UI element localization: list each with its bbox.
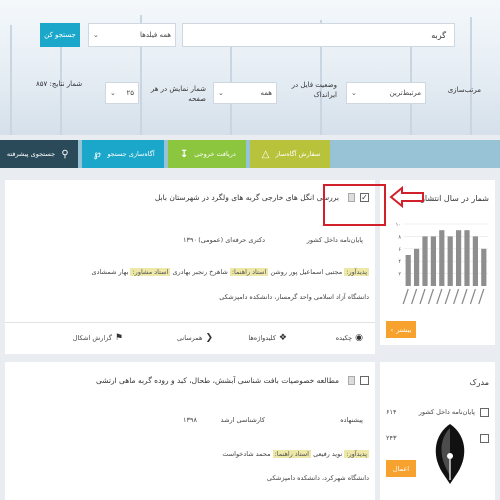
tree-decoration [10,25,12,135]
chart-bar [405,255,411,286]
chevron-down-icon: ⌄ [351,89,357,97]
chart-x-tick [444,288,451,305]
cite-action[interactable]: همرسانی ❯ [177,333,213,343]
chart-y-tick: ۲ [398,272,401,278]
keywords-action[interactable]: کلیدواژه‌ها ❖ [248,333,287,343]
result-card: مطالعه خصوصیات بافت شناسی آبشش، طحال، کب… [5,362,375,500]
document-icon [348,376,355,385]
chart-x-tick [461,288,468,305]
eye-icon: ◉ [355,333,363,343]
chart-bar [455,230,462,286]
filter-checkbox[interactable] [480,408,489,417]
result-people: پدیدآور:مجتبی اسماعیل پور روشن استاد راه… [91,268,369,276]
result-degree: کارشناسی ارشد [220,416,265,424]
chevron-left-icon: ‹ [390,325,394,334]
chart-bar [447,236,453,286]
year-chart: ۱۰ ۸ ۶ ۴ ۲ [396,222,488,305]
rss-icon: ℘ [93,148,101,160]
chart-bar [464,230,470,286]
search-input[interactable] [182,23,455,47]
chevron-down-icon: ⌄ [110,89,116,97]
result-university: دانشگاه شهرکرد، دانشکده دامپزشکی [266,474,369,482]
result-title[interactable]: بررسی انگل های خارجی گربه های ولگرد در ش… [155,193,339,202]
abstract-action[interactable]: چکیده ◉ [336,333,363,343]
results-count: شمار نتایج: ۸۵۷ [36,80,83,88]
search-alert-button[interactable]: ℘ آگاه‌سازی جستجو [82,140,164,168]
search-panel: جستجو کن ⌄ همه فیلدها مرتب‌سازی ⌄ مرتبط‌… [0,0,500,135]
flag-icon: ⚑ [114,333,123,343]
report-action[interactable]: گزارش اشکال ⚑ [73,333,123,343]
sort-select[interactable]: ⌄ مرتبط‌ترین [346,82,426,104]
chart-y-tick: ۴ [398,259,401,265]
share-icon: ❯ [205,333,213,343]
chart-x-tick [478,288,485,305]
result-card: ✓ بررسی انگل های خارجی گربه های ولگرد در… [5,180,375,354]
results-toolbar: جستجوی پیشرفته ⚲ ℘ آگاه‌سازی جستجو ↧ دری… [0,140,500,168]
chart-x-tick [427,288,434,305]
chart-bar [481,248,487,286]
chart-y-tick: ۸ [398,234,401,240]
chart-x-tick [419,288,426,305]
chart-x-tick [411,288,418,305]
chevron-down-icon: ⌄ [218,89,224,97]
result-type: پیشنهاده [340,416,363,424]
chart-bar [472,236,479,286]
result-type: پایان‌نامه داخل کشور [306,236,363,244]
result-actions: چکیده ◉ کلیدواژه‌ها ❖ همرسانی ❯ گزارش اشکال… [5,322,375,354]
chart-y-tick: ۶ [398,247,401,253]
download-icon: ↧ [180,148,189,160]
chart-x-tick [436,288,443,305]
pub-year-title: شمار در سال انتشار [421,194,489,203]
result-year: ۱۳۹۸ [183,416,197,424]
chart-x-tick [469,288,476,305]
status-label: وضعیت فایل در ایرانداک [291,81,337,99]
degree-title: مدرک [469,378,489,387]
chart-bar [422,236,428,286]
filter-count: ۲۴۳ [386,434,397,442]
export-button[interactable]: ↧ دریافت خروجی [168,140,246,168]
chart-y-tick: ۱۰ [396,222,401,228]
select-checkbox[interactable] [360,376,369,385]
pen-nib-logo [435,424,465,484]
per-page-label: شمار نمایش در هر صفحه [150,85,206,103]
result-title[interactable]: مطالعه خصوصیات بافت شناسی آبشش، طحال، کب… [96,376,339,385]
search-icon: ⚲ [61,148,69,160]
tags-icon: ❖ [278,333,287,343]
chart-x-tick [402,288,409,305]
chart-bar [413,248,420,286]
per-page-value: ۲۵ [126,89,134,97]
tree-decoration [470,17,472,135]
scope-select[interactable]: ⌄ همه فیلدها [88,23,176,47]
status-select-value: همه [260,89,273,97]
highlight-box [323,184,386,226]
scope-select-value: همه فیلدها [140,31,171,39]
search-button[interactable]: جستجو کن [40,23,80,47]
chart-bar [439,230,445,286]
filter-label: پایان‌نامه داخل کشور [418,408,475,416]
result-degree: دکتری حرفه‌ای (عمومی) [198,236,265,244]
sort-select-value: مرتبط‌ترین [389,89,421,97]
chevron-down-icon: ⌄ [93,31,99,39]
result-year: ۱۳۹۰ [183,236,197,244]
order-alert-button[interactable]: △ سفارش آگاه‌ساز [250,140,330,168]
filter-count: ۶۱۴ [386,408,397,416]
per-page-select[interactable]: ⌄ ۲۵ [105,82,139,104]
more-button[interactable]: ‹ بیشتر [386,321,416,338]
chart-bar [430,236,437,286]
status-select[interactable]: ⌄ همه [213,82,277,104]
sort-label: مرتب‌سازی [447,86,481,94]
chart-x-tick [453,288,460,305]
advanced-search-button[interactable]: جستجوی پیشرفته ⚲ [0,140,78,168]
result-people: پدیدآور:نوید رفیعی استاد راهنما:محمد شاد… [222,450,369,458]
arrow-left-icon [389,186,424,208]
watermark-logo [405,420,495,500]
bell-icon: △ [261,148,270,160]
result-university: دانشگاه آزاد اسلامی واحد گرمسار، دانشکده… [219,293,369,301]
degree-filter-row[interactable]: پایان‌نامه داخل کشور ۶۱۴ [384,407,489,419]
